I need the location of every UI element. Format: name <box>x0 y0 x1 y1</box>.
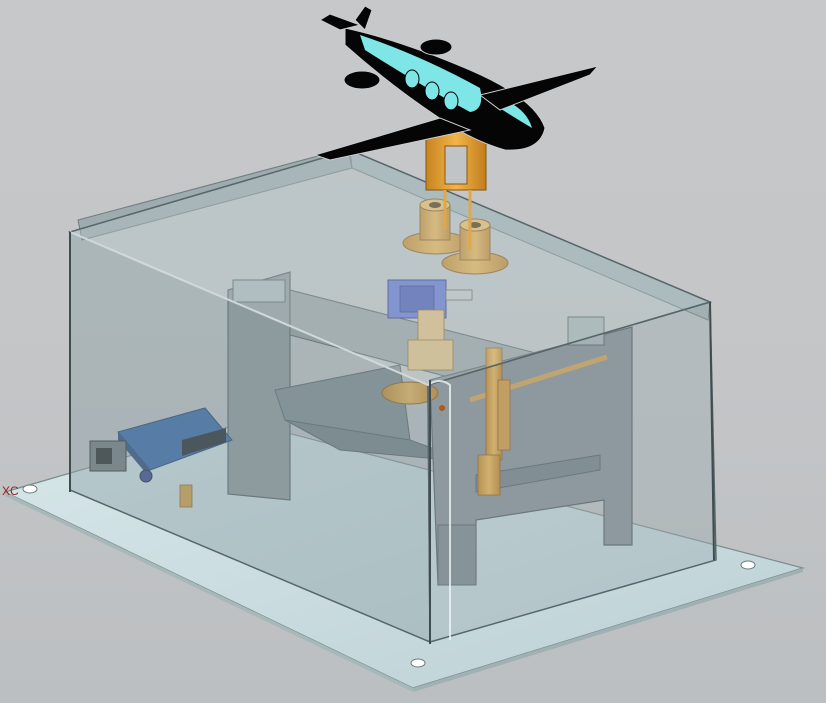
mount-hole <box>22 484 38 494</box>
cad-viewport[interactable]: XC <box>0 0 826 703</box>
mount-hole <box>410 658 426 668</box>
assembly-scene <box>3 5 806 692</box>
axis-label-xc: XC <box>2 484 19 498</box>
mount-hole <box>740 560 756 570</box>
